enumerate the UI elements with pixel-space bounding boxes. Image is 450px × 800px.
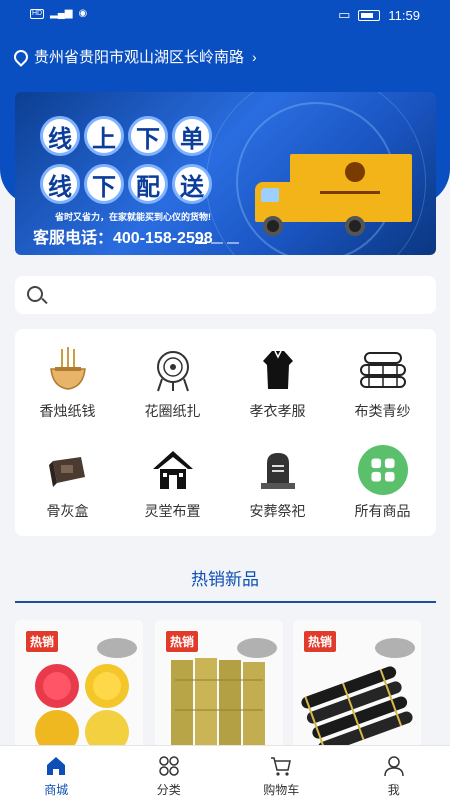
category-mourning-clothes[interactable]: 孝衣孝服 [225, 329, 330, 424]
tab-label: 我 [387, 783, 400, 797]
category-memorial-hall[interactable]: 灵堂布置 [120, 429, 225, 524]
cloth-rolls-icon [358, 345, 408, 395]
category-label: 布类青纱 [354, 403, 411, 419]
truck-wheel [263, 216, 283, 236]
mourning-robe-icon [253, 345, 303, 395]
banner-tagline: 省时又省力，在家就能买到心仪的货物! [55, 212, 211, 222]
user-icon [382, 754, 406, 778]
category-grid-icon [157, 754, 181, 778]
hot-section-title: 热销新品 [191, 570, 259, 589]
tab-category[interactable]: 分类 [113, 746, 226, 800]
category-all-products[interactable]: 所有商品 [330, 429, 435, 524]
category-cloth[interactable]: 布类青纱 [330, 329, 435, 424]
banner-dot [211, 242, 223, 244]
banner-char: 配 [128, 164, 168, 204]
battery-icon [358, 9, 381, 21]
status-bar: HD ▂▄▆ ◉ ▭ 11:59 [0, 0, 450, 30]
location-selector[interactable]: 贵州省贵阳市观山湖区长岭南路 › [11, 46, 257, 67]
banner-char: 线 [40, 116, 80, 156]
category-label: 香烛纸钱 [39, 403, 96, 419]
banner-dot [227, 242, 239, 244]
tab-label: 购物车 [263, 783, 300, 797]
ink-decoration [97, 638, 137, 658]
banner-char: 线 [40, 164, 80, 204]
category-label: 孝衣孝服 [249, 403, 306, 419]
hot-badge: 热销 [25, 630, 60, 653]
wreath-icon [148, 345, 198, 395]
category-urn[interactable]: 骨灰盒 [15, 429, 120, 524]
banner-pagination [195, 242, 239, 244]
truck-arrow [320, 180, 380, 194]
all-products-icon [357, 445, 408, 495]
ink-decoration [237, 638, 277, 658]
courier-figure [345, 162, 365, 182]
product-card[interactable]: 热销 [293, 620, 421, 760]
category-label: 灵堂布置 [144, 503, 201, 519]
bottom-tab-bar: 商城 分类 购物车 我 [0, 745, 450, 800]
banner-char: 下 [128, 116, 168, 156]
banner-char: 单 [172, 116, 212, 156]
ink-decoration [375, 638, 415, 658]
tab-label: 商城 [44, 783, 69, 797]
promo-banner[interactable]: 线 上 下 单 线 下 配 送 省时又省力，在家就能买到心仪的货物! 客服电话：… [15, 92, 436, 255]
category-burial[interactable]: 安葬祭祀 [225, 429, 330, 524]
memorial-hall-icon [148, 445, 198, 495]
banner-char: 送 [172, 164, 212, 204]
category-label: 所有商品 [354, 503, 411, 519]
search-icon [27, 286, 43, 302]
status-left: HD ▂▄▆ ◉ [30, 8, 87, 19]
category-grid: 香烛纸钱 花圈纸扎 孝衣孝服 布类青纱 骨灰盒 灵堂布置 安葬祭祀 所有商品 [15, 329, 436, 536]
tab-profile[interactable]: 我 [338, 746, 450, 800]
truck-wheel [345, 216, 365, 236]
sim-icon: ▭ [338, 7, 351, 22]
category-incense-paper[interactable]: 香烛纸钱 [15, 329, 120, 424]
status-right: ▭ 11:59 [338, 7, 420, 23]
signal-icon: ▂▄▆ [50, 8, 73, 19]
home-icon [44, 754, 68, 778]
banner-headline-row1: 线 上 下 单 [40, 116, 212, 156]
location-pin-icon [11, 46, 31, 67]
tab-home[interactable]: 商城 [0, 746, 113, 800]
product-card[interactable]: 热销 [15, 620, 143, 760]
banner-char: 下 [84, 164, 124, 204]
urn-icon [43, 445, 93, 495]
chevron-right-icon: › [252, 48, 257, 65]
tab-cart[interactable]: 购物车 [225, 746, 338, 800]
banner-phone: 客服电话：400-158-2598 [33, 230, 213, 247]
section-divider [15, 601, 436, 603]
banner-dot [195, 242, 207, 244]
location-address: 贵州省贵阳市观山湖区长岭南路 [34, 49, 245, 66]
category-wreath[interactable]: 花圈纸扎 [120, 329, 225, 424]
wifi-icon: ◉ [78, 8, 88, 19]
status-time: 11:59 [388, 7, 420, 23]
delivery-truck-icon [290, 154, 412, 222]
search-input[interactable] [15, 276, 436, 314]
incense-icon [43, 345, 93, 395]
product-card[interactable]: 热销 [155, 620, 283, 760]
tab-label: 分类 [156, 783, 181, 797]
hd-icon: HD [30, 8, 44, 19]
banner-headline-row2: 线 下 配 送 [40, 164, 212, 204]
hot-badge: 热销 [303, 630, 338, 653]
category-label: 安葬祭祀 [249, 503, 306, 519]
hot-badge: 热销 [165, 630, 200, 653]
cart-icon [269, 754, 293, 778]
category-label: 花圈纸扎 [144, 403, 201, 419]
category-label: 骨灰盒 [46, 503, 89, 519]
tombstone-icon [253, 445, 303, 495]
banner-char: 上 [84, 116, 124, 156]
